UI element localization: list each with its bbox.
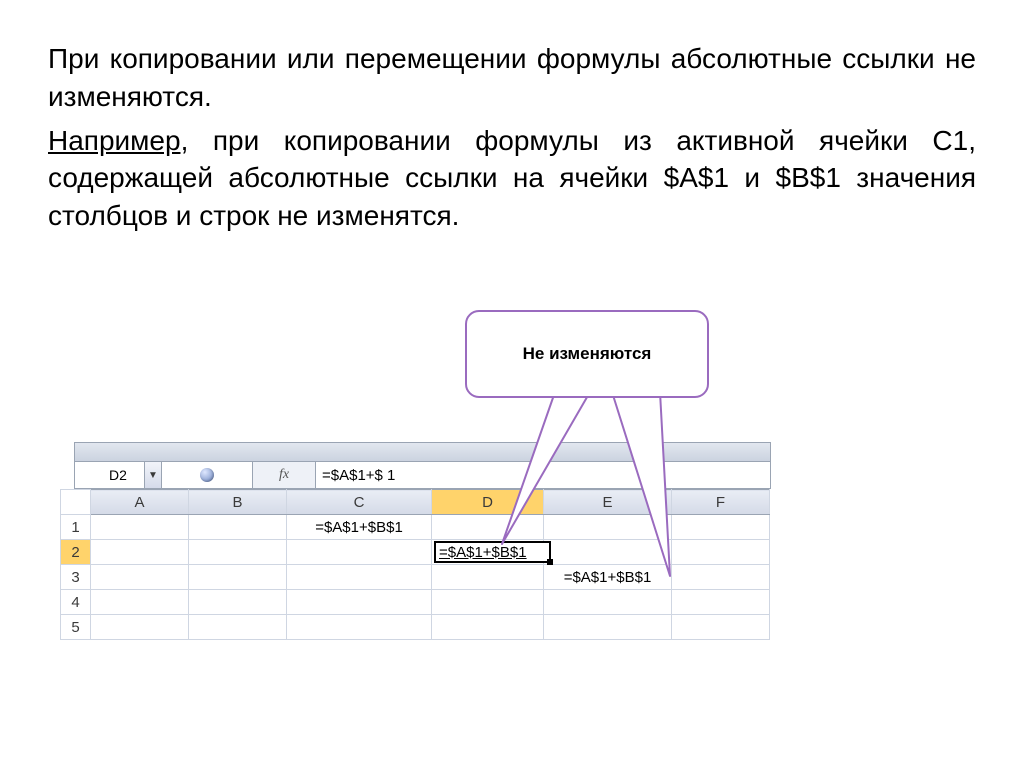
cell-d3[interactable] [432,565,544,590]
callout-text: Не изменяются [523,344,652,364]
fill-handle[interactable] [547,559,553,565]
col-header-a[interactable]: A [91,490,189,515]
slide: При копировании или перемещении формулы … [0,0,1024,768]
select-all-corner[interactable] [61,490,91,515]
cell-e4[interactable] [544,590,672,615]
paragraph-1: При копировании или перемещении формулы … [48,40,976,116]
name-box[interactable]: D2 ▼ [75,462,162,488]
row-5: 5 [61,615,770,640]
cell-e5[interactable] [544,615,672,640]
cell-c4[interactable] [287,590,432,615]
cell-d4[interactable] [432,590,544,615]
name-box-value: D2 [109,467,127,483]
col-header-c[interactable]: C [287,490,432,515]
cell-f2[interactable] [672,540,770,565]
cell-a1[interactable] [91,515,189,540]
cell-a4[interactable] [91,590,189,615]
cell-d2-active[interactable]: =$A$1+$B$1 [432,540,544,565]
cell-a5[interactable] [91,615,189,640]
row-header-4[interactable]: 4 [61,590,91,615]
cell-e1[interactable] [544,515,672,540]
formula-name-gap [162,462,253,488]
cell-f3[interactable] [672,565,770,590]
col-header-e[interactable]: E [544,490,672,515]
callout-bubble: Не изменяются [465,310,709,398]
paragraph-2: Например, при копировании формулы из акт… [48,122,976,235]
spreadsheet: D2 ▼ fx =$A$1+$ 1 A B C D [60,442,770,640]
fx-icon: fx [279,467,289,483]
cell-b4[interactable] [189,590,287,615]
column-header-row: A B C D E F [61,490,770,515]
row-4: 4 [61,590,770,615]
name-box-dropdown-icon[interactable]: ▼ [144,462,161,488]
col-header-d[interactable]: D [432,490,544,515]
cell-c1[interactable]: =$A$1+$B$1 [287,515,432,540]
cell-f1[interactable] [672,515,770,540]
grid[interactable]: A B C D E F 1 =$A$1+$B$1 2 [60,489,770,640]
row-3: 3 =$A$1+$B$1 [61,565,770,590]
col-header-f[interactable]: F [672,490,770,515]
col-header-b[interactable]: B [189,490,287,515]
row-header-1[interactable]: 1 [61,515,91,540]
row-header-5[interactable]: 5 [61,615,91,640]
cell-e3[interactable]: =$A$1+$B$1 [544,565,672,590]
paragraph-2-rest: при копировании формулы из активной ячей… [48,125,976,232]
cell-d1[interactable] [432,515,544,540]
row-header-3[interactable]: 3 [61,565,91,590]
formula-bar-text: =$A$1+$ 1 [322,467,395,484]
cell-b3[interactable] [189,565,287,590]
cell-c5[interactable] [287,615,432,640]
row-header-2[interactable]: 2 [61,540,91,565]
formula-bar[interactable]: =$A$1+$ 1 [316,462,770,488]
cell-f4[interactable] [672,590,770,615]
toolbar-strip [74,442,771,461]
cell-a3[interactable] [91,565,189,590]
row-2: 2 =$A$1+$B$1 [61,540,770,565]
cell-b1[interactable] [189,515,287,540]
cell-f5[interactable] [672,615,770,640]
cell-c3[interactable] [287,565,432,590]
example-label: Например, [48,125,188,156]
cell-c2[interactable] [287,540,432,565]
cell-d2-text: =$A$1+$B$1 [439,544,527,561]
cell-b2[interactable] [189,540,287,565]
cell-d5[interactable] [432,615,544,640]
cell-e2[interactable] [544,540,672,565]
formula-bar-row: D2 ▼ fx =$A$1+$ 1 [74,461,771,489]
circle-icon [200,468,214,482]
cell-b5[interactable] [189,615,287,640]
cell-a2[interactable] [91,540,189,565]
fx-button[interactable]: fx [253,462,316,488]
row-1: 1 =$A$1+$B$1 [61,515,770,540]
